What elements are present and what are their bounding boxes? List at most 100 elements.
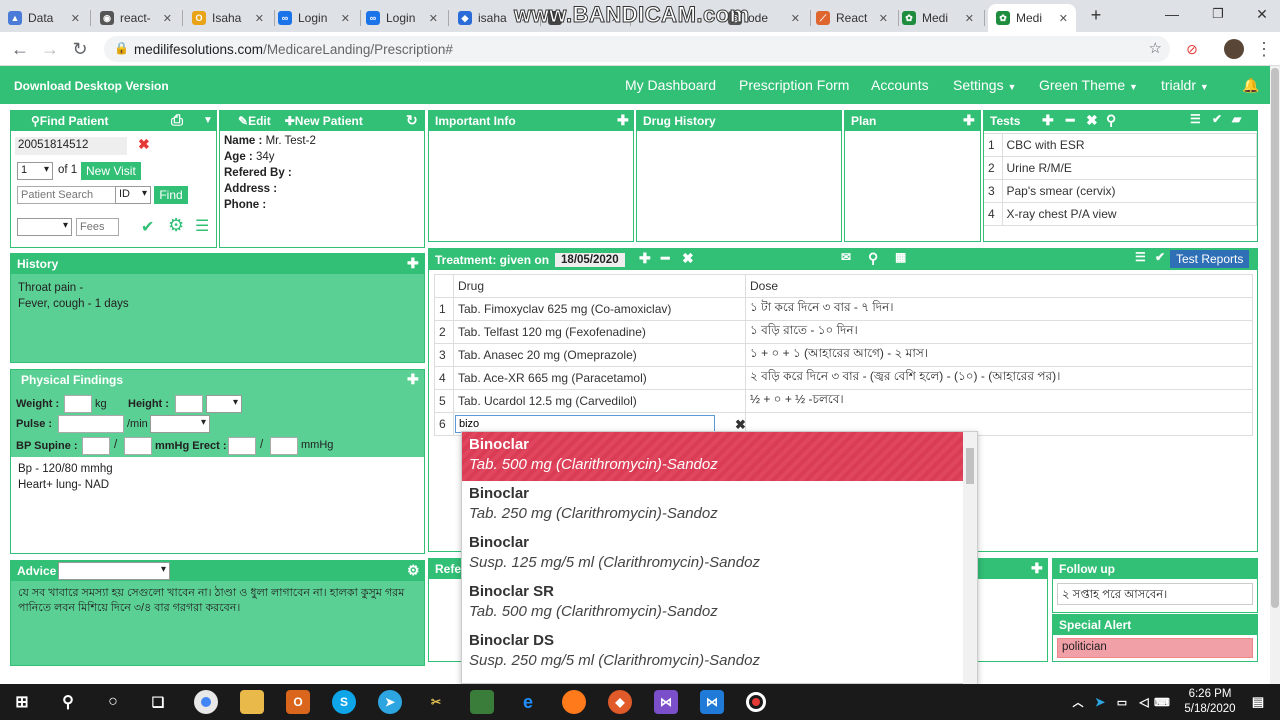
bp-erect-diastolic[interactable] <box>270 437 298 455</box>
pulse-select[interactable] <box>150 415 210 433</box>
list-icon[interactable]: ☰ <box>1135 250 1146 264</box>
dose-cell[interactable]: ১ + ০ + ১ (আহারের আগে) - ২ মাস। <box>745 343 1253 367</box>
bell-icon[interactable]: 🔔 <box>1242 77 1259 94</box>
telegram-icon[interactable]: ➤ <box>378 690 402 714</box>
outlook-icon[interactable]: O <box>286 690 310 714</box>
gear-icon[interactable]: ⚙ <box>407 562 420 579</box>
treatment-date[interactable]: 18/05/2020 <box>555 252 625 267</box>
minus-icon[interactable]: ━ <box>1066 112 1074 129</box>
tab-close-icon[interactable]: ✕ <box>1059 12 1068 25</box>
add-icon[interactable]: ✚ <box>407 255 419 272</box>
advice-text[interactable]: যে সব খাবারে সমস্যা হয় সেগুলো খাবেন না।… <box>11 581 424 665</box>
nav-settings[interactable]: Settings ▼ <box>953 77 1016 93</box>
maximize-icon[interactable]: ❐ <box>1206 2 1230 26</box>
new-tab-icon[interactable]: + <box>1084 3 1108 27</box>
scrollbar-thumb[interactable] <box>1271 68 1279 608</box>
dropdown-scrollbar[interactable] <box>963 432 977 684</box>
drug-suggestion[interactable]: Binoclar DS Susp. 250 mg/5 ml (Clarithrom… <box>462 628 977 677</box>
forward-icon[interactable]: → <box>38 37 62 61</box>
bandicam-record-icon[interactable] <box>746 692 766 712</box>
add-icon[interactable]: ✚ <box>963 112 975 129</box>
dose-cell[interactable]: ½ + ০ + ½ -চলবে। <box>745 389 1253 413</box>
folder-icon[interactable]: ▰ <box>1232 112 1241 126</box>
refresh-icon[interactable]: ↻ <box>406 112 418 129</box>
history-body[interactable]: Throat pain - Fever, cough - 1 days <box>11 274 424 362</box>
firefox-icon[interactable] <box>562 690 586 714</box>
dropdown-scrollbar-thumb[interactable] <box>966 448 974 484</box>
tab-close-icon[interactable]: ✕ <box>879 12 888 25</box>
menu-icon[interactable]: ⋮ <box>1252 37 1276 61</box>
tab-close-icon[interactable]: ✕ <box>965 12 974 25</box>
drug-suggestion[interactable]: Binoclar Tab. 500 mg (Clarithromycin)-San… <box>462 432 977 481</box>
drug-cell[interactable]: Tab. Anasec 20 mg (Omeprazole) <box>453 343 746 367</box>
page-scrollbar[interactable] <box>1270 66 1280 684</box>
dose-cell[interactable]: ১ টা করে দিনে ৩ বার - ৭ দিন। <box>745 297 1253 321</box>
close-icon[interactable]: ✖ <box>1086 112 1098 129</box>
download-desktop-link[interactable]: Download Desktop Version <box>14 79 169 93</box>
tab-close-icon[interactable]: ✕ <box>341 12 350 25</box>
browser-tab[interactable]: ∞ Login ✕ <box>358 4 446 32</box>
list-icon[interactable]: ☰ <box>195 216 209 236</box>
drug-autocomplete-dropdown[interactable]: Binoclar Tab. 500 mg (Clarithromycin)-San… <box>461 431 978 684</box>
bp-supine-systolic[interactable] <box>82 437 110 455</box>
test-row[interactable]: 3 Pap's smear (cervix) <box>984 179 1257 203</box>
add-icon[interactable]: ✚ <box>1042 112 1054 129</box>
back-icon[interactable]: ← <box>8 37 32 61</box>
nav-dashboard[interactable]: My Dashboard <box>625 77 716 93</box>
reload-icon[interactable]: ↻ <box>68 37 92 61</box>
dose-cell[interactable]: ২ বড়ি করে দিনে ৩ বার - (জ্বর বেশি হলে) … <box>745 366 1253 390</box>
tools-icon[interactable]: ✂ <box>424 690 448 714</box>
network-icon[interactable]: ▭ <box>1110 690 1134 714</box>
tab-close-icon[interactable]: ✕ <box>255 12 264 25</box>
tab-close-icon[interactable]: ✕ <box>163 12 172 25</box>
search-icon[interactable]: ⚲ <box>56 690 80 714</box>
search-icon[interactable]: ⚲ <box>1106 112 1116 129</box>
height-unit-select[interactable] <box>206 395 242 413</box>
special-alert-input[interactable]: politician <box>1057 638 1253 658</box>
dose-cell[interactable]: ১ বড়ি রাতে - ১০ দিন। <box>745 320 1253 344</box>
tab-close-icon[interactable]: ✕ <box>71 12 80 25</box>
git-icon[interactable]: ◆ <box>608 690 632 714</box>
drug-suggestion[interactable]: Binoclar SR Tab. 500 mg (Clarithromycin)-… <box>462 579 977 628</box>
drug-suggestion[interactable]: Binoclar Susp. 125 mg/5 ml (Clarithromyci… <box>462 530 977 579</box>
fee-type-select[interactable] <box>17 218 72 236</box>
close-icon[interactable]: ✖ <box>682 250 694 267</box>
clear-icon[interactable]: ✖ <box>138 136 150 153</box>
drug-suggestion[interactable]: Binoclar Tab. 250 mg (Clarithromycin)-San… <box>462 481 977 530</box>
nav-accounts[interactable]: Accounts <box>871 77 929 93</box>
visit-select[interactable]: 1 <box>17 162 53 180</box>
extension-icon[interactable]: ⊘ <box>1180 37 1204 61</box>
bp-erect-systolic[interactable] <box>228 437 256 455</box>
drug-cell[interactable]: Tab. Ucardol 12.5 mg (Carvedilol) <box>453 389 746 413</box>
browser-tab[interactable]: ⟋ React ✕ <box>808 4 896 32</box>
window-close-icon[interactable]: ✕ <box>1250 2 1274 26</box>
search-by-select[interactable]: ID <box>115 186 151 204</box>
drug-cell[interactable]: Tab. Ace-XR 665 mg (Paracetamol) <box>453 366 746 390</box>
avatar[interactable] <box>1222 37 1246 61</box>
new-visit-button[interactable]: New Visit <box>81 162 141 180</box>
vscode-icon[interactable]: ⋈ <box>700 690 724 714</box>
minus-icon[interactable]: ━ <box>661 250 669 267</box>
find-button[interactable]: Find <box>154 186 188 204</box>
browser-tab[interactable]: ✿ Medi ✕ <box>988 4 1076 32</box>
caret-down-icon[interactable]: ▼ <box>203 115 213 126</box>
treatment-row[interactable]: 4 Tab. Ace-XR 665 mg (Paracetamol) ২ বড়ি … <box>434 366 1253 390</box>
search-icon[interactable]: ⚲ <box>868 250 878 267</box>
treatment-row[interactable]: 3 Tab. Anasec 20 mg (Omeprazole) ১ + ০ + ১… <box>434 343 1253 367</box>
fees-input[interactable] <box>76 218 119 236</box>
physical-notes[interactable]: Bp - 120/80 mmhg Heart+ lung- NAD <box>11 457 424 553</box>
drug-cell[interactable]: Tab. Fimoxyclav 625 mg (Co-amoxiclav) <box>453 297 746 321</box>
treatment-row[interactable]: 5 Tab. Ucardol 12.5 mg (Carvedilol) ½ + ০ … <box>434 389 1253 413</box>
nav-prescription-form[interactable]: Prescription Form <box>739 77 849 93</box>
tab-close-icon[interactable]: ✕ <box>791 12 800 25</box>
follow-up-input[interactable]: ২ সপ্তাহ পরে আসবেন। <box>1057 583 1253 605</box>
patient-search-input[interactable] <box>17 186 119 204</box>
new-patient-button[interactable]: ✚New Patient <box>285 114 363 128</box>
nav-user[interactable]: trialdr ▼ <box>1161 77 1209 93</box>
treatment-row[interactable]: 1 Tab. Fimoxyclav 625 mg (Co-amoxiclav) ১ … <box>434 297 1253 321</box>
browser-tab[interactable]: ✿ Medi ✕ <box>894 4 982 32</box>
drug-suggestion[interactable]: Binoclar <box>462 677 977 683</box>
edge-icon[interactable]: e <box>516 690 540 714</box>
add-icon[interactable]: ✚ <box>407 371 419 388</box>
weight-input[interactable] <box>64 395 92 413</box>
